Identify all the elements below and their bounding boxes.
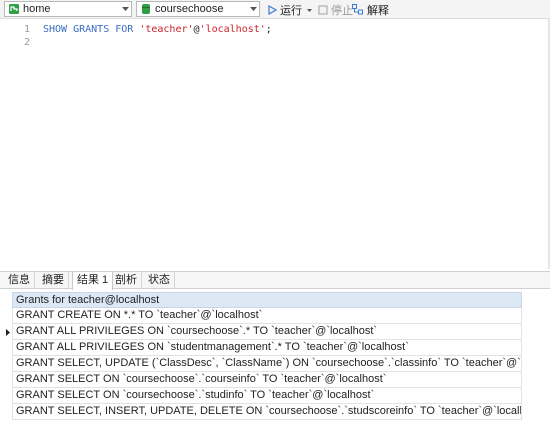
sql-string-host: 'localhost' <box>199 24 266 35</box>
column-header[interactable]: Grants for teacher@localhost <box>12 292 522 308</box>
chevron-down-icon[interactable] <box>119 2 131 16</box>
tab-info[interactable]: 信息 <box>4 272 35 289</box>
line-number-gutter: 1 2 <box>0 19 34 269</box>
tab-status[interactable]: 状态 <box>144 272 175 289</box>
table-row[interactable]: GRANT CREATE ON *.* TO `teacher`@`localh… <box>12 308 522 324</box>
explain-icon <box>352 4 363 15</box>
table-row[interactable]: GRANT ALL PRIVILEGES ON `coursechoose`.*… <box>12 324 522 340</box>
connection-select-value: home <box>23 3 51 15</box>
table-row[interactable]: GRANT SELECT, UPDATE (`ClassDesc`, `Clas… <box>12 356 522 372</box>
explain-button[interactable]: 解释 <box>352 2 389 17</box>
chevron-down-icon[interactable] <box>305 5 314 15</box>
chevron-down-icon[interactable] <box>247 2 259 16</box>
tab-result-1[interactable]: 结果 1 <box>72 272 114 290</box>
play-icon <box>268 4 277 15</box>
run-button-label: 运行 <box>280 4 302 17</box>
tab-summary[interactable]: 摘要 <box>38 272 69 289</box>
line-number: 2 <box>23 37 30 48</box>
explain-button-label: 解释 <box>367 4 389 17</box>
table-row[interactable]: GRANT SELECT ON `coursechoose`.`studinfo… <box>12 388 522 404</box>
table-row[interactable]: GRANT SELECT ON `coursechoose`.`coursein… <box>12 372 522 388</box>
connection-icon <box>9 4 19 14</box>
stop-button[interactable]: 停止 <box>318 2 353 17</box>
table-row[interactable]: GRANT SELECT, INSERT, UPDATE, DELETE ON … <box>12 404 522 420</box>
stop-button-label: 停止 <box>331 4 353 17</box>
run-button[interactable]: 运行 <box>268 2 317 17</box>
line-number: 1 <box>23 24 30 35</box>
result-tabs: 信息 摘要 结果 1 剖析 状态 <box>0 271 550 290</box>
database-icon <box>142 4 150 14</box>
toolbar: home coursechoose 运行 停止 解释 <box>0 0 550 19</box>
database-select-value: coursechoose <box>155 3 224 15</box>
sql-terminator: ; <box>265 24 272 35</box>
tab-profile[interactable]: 剖析 <box>111 272 142 289</box>
connection-select[interactable]: home <box>4 1 132 17</box>
sql-string-user: 'teacher' <box>139 24 194 35</box>
code-line-1[interactable]: SHOW GRANTS FOR 'teacher'@'localhost'; <box>43 23 272 36</box>
table-row[interactable]: GRANT ALL PRIVILEGES ON `studentmanageme… <box>12 340 522 356</box>
sql-editor[interactable]: 1 2 SHOW GRANTS FOR 'teacher'@'localhost… <box>0 19 550 269</box>
stop-icon <box>318 5 328 14</box>
sql-keywords: SHOW GRANTS FOR <box>43 24 140 35</box>
database-select[interactable]: coursechoose <box>136 1 260 17</box>
